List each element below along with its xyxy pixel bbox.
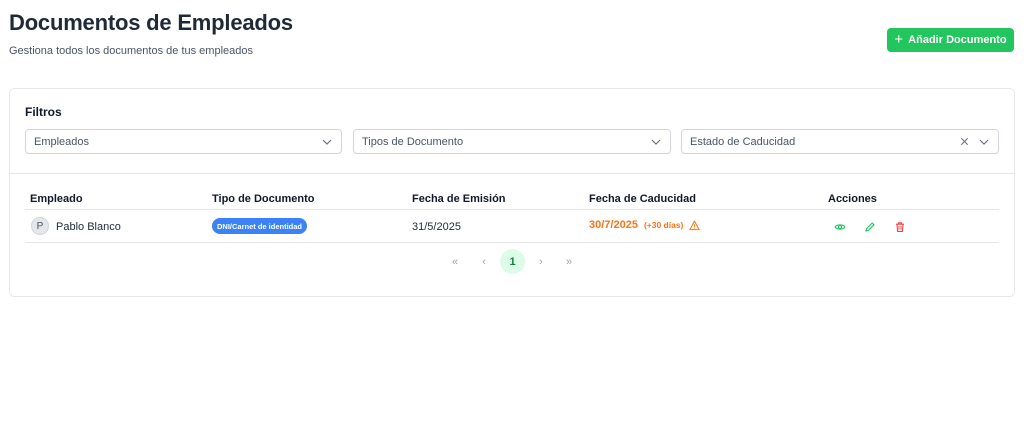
filters-divider [10,173,1014,174]
expiry-days-remaining: (+30 días) [643,220,684,230]
trash-icon [896,222,904,232]
expiry-status-filter-value: Estado de Caducidad [690,135,796,148]
close-icon[interactable] [959,136,970,147]
column-header-actions: Acciones [828,193,877,205]
table-row-divider [25,242,999,243]
employees-filter-select[interactable]: Empleados [25,129,342,154]
pagination-next-button[interactable]: › [533,249,549,274]
warning-icon [689,220,700,230]
column-header-document-type: Tipo de Documento [212,193,315,205]
filters-title: Filtros [25,105,62,119]
employees-filter-value: Empleados [34,135,90,148]
column-header-expiry-date: Fecha de Caducidad [589,193,696,205]
page-title: Documentos de Empleados [9,10,293,35]
page-subtitle: Gestiona todos los documentos de tus emp… [9,45,253,57]
delete-document-button[interactable] [893,220,907,234]
chevron-down-icon [651,139,661,145]
expiry-status-filter-select[interactable]: Estado de Caducidad [681,129,999,154]
document-type-badge: DNI/Carnet de identidad [212,218,308,234]
chevron-down-icon [979,139,989,145]
pencil-icon [865,222,875,232]
eye-icon [834,224,846,230]
view-document-button[interactable] [833,220,847,234]
issue-date: 31/5/2025 [412,221,461,233]
add-document-label: Añadir Documento [908,34,1007,46]
edit-document-button[interactable] [863,220,877,234]
documents-card: Filtros Empleados Tipos de Documento Est… [9,88,1015,297]
expiry-cell: 30/7/2025 (+30 días) [589,219,700,231]
pagination-last-button[interactable]: » [561,249,577,274]
pagination-first-button[interactable]: « [447,249,463,274]
avatar: P [31,217,49,235]
pagination-page-1[interactable]: 1 [500,249,525,274]
chevron-down-icon [322,139,332,145]
employee-name: Pablo Blanco [56,221,121,233]
column-header-issue-date: Fecha de Emisión [412,193,506,205]
expiry-date: 30/7/2025 [589,219,638,231]
add-document-button[interactable]: + Añadir Documento [887,28,1014,52]
document-types-filter-value: Tipos de Documento [362,135,464,148]
table-header-divider [25,209,999,210]
document-types-filter-select[interactable]: Tipos de Documento [353,129,671,154]
column-header-employee: Empleado [30,193,83,205]
pagination-previous-button[interactable]: ‹ [476,249,492,274]
plus-icon: + [894,31,904,48]
